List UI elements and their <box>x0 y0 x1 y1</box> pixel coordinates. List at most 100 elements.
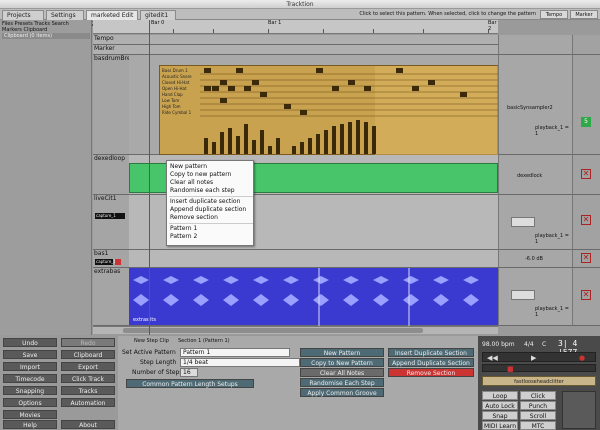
jog-wheel[interactable] <box>562 391 596 429</box>
automation-button[interactable]: Automation <box>61 398 115 407</box>
playhead-cursor[interactable] <box>149 20 150 335</box>
track-header-marker[interactable]: Marker <box>93 45 498 55</box>
input-clip-label[interactable]: capture_1 <box>95 213 125 219</box>
track-badge[interactable]: 5 <box>581 117 591 127</box>
play-icon[interactable]: ▶ <box>531 354 536 362</box>
menu-item-new-pattern[interactable]: New pattern <box>170 163 207 171</box>
track-lane-bas1[interactable] <box>129 250 498 268</box>
insert-dup-section-button[interactable]: Insert Duplicate Section <box>388 348 474 357</box>
track-header-bas1[interactable]: bas1 capture_1 <box>93 250 129 268</box>
active-pattern-select[interactable]: Pattern 1 <box>180 348 290 357</box>
disabled-x-icon[interactable]: ✕ <box>581 290 591 300</box>
export-button[interactable]: Export <box>61 362 115 371</box>
scroll-thumb[interactable] <box>123 328 423 333</box>
track-name: Tempo <box>94 35 114 42</box>
browser-selected-item[interactable]: Clipboard (0 items) <box>2 33 90 39</box>
step-clip[interactable]: Bass Drum 1 Acoustic Snare Closed Hi-Hat… <box>159 65 499 156</box>
track-header-live[interactable]: liveCit1 capture_1 <box>93 195 129 250</box>
time-signature[interactable]: 4/4 <box>524 341 534 348</box>
append-dup-section-button[interactable]: Append Duplicate Section <box>388 358 474 367</box>
auto-lock-button[interactable]: Auto Lock <box>482 401 518 410</box>
disabled-x-icon[interactable]: ✕ <box>581 253 591 263</box>
marker-button[interactable]: Marker <box>570 10 598 19</box>
redo-button[interactable]: Redo <box>61 338 115 347</box>
num-steps-field[interactable]: 16 <box>180 368 198 377</box>
menu-item-pattern-1[interactable]: Pattern 1 <box>170 225 197 233</box>
ruler-tick <box>173 29 174 33</box>
input-clip-label[interactable]: capture_1 <box>95 259 116 265</box>
common-setups-button[interactable]: Common Pattern Length Setups <box>126 379 254 388</box>
scroll-button[interactable]: Scroll <box>520 411 556 420</box>
menu-item-remove[interactable]: Remove section <box>170 214 218 222</box>
tab-gitedit[interactable]: gitedit1 <box>140 10 176 20</box>
step-length-select[interactable]: 1/4 beat <box>180 358 300 367</box>
tab-projects[interactable]: Projects <box>2 10 44 20</box>
tempo-button[interactable]: Tempo <box>540 10 568 19</box>
left-button-panel: Undo Redo Save Clipboard Import Export T… <box>0 336 118 430</box>
track-header-dexed[interactable]: dexedloop <box>93 155 129 195</box>
stop-icon[interactable]: ■ <box>507 365 514 373</box>
copy-new-pattern-button[interactable]: Copy to New Pattern <box>300 358 384 367</box>
save-button[interactable]: Save <box>3 350 57 359</box>
plugin-name[interactable]: dexedlock <box>517 173 542 179</box>
plugin-name[interactable]: basicSynsampler2 <box>507 105 553 111</box>
randomise-button[interactable]: Randomise Each Step <box>300 378 384 387</box>
remove-section-button[interactable]: Remove Section <box>388 368 474 377</box>
track-lane-drums[interactable]: Bass Drum 1 Acoustic Snare Closed Hi-Hat… <box>129 55 499 158</box>
tab-settings[interactable]: Settings <box>46 10 84 20</box>
menu-item-clear[interactable]: Clear all notes <box>170 179 213 187</box>
ruler-bar-label: Bar 2 <box>488 20 497 32</box>
menu-item-randomise[interactable]: Randomise each step <box>170 187 235 195</box>
menu-item-append-dup[interactable]: Append duplicate section <box>170 206 246 214</box>
loop-button[interactable]: Loop <box>482 391 518 400</box>
step-grid[interactable] <box>160 66 499 156</box>
about-button[interactable]: About <box>61 420 115 429</box>
rewind-icon[interactable]: ◀◀ <box>487 354 498 362</box>
clipboard-button[interactable]: Clipboard <box>61 350 115 359</box>
click-button[interactable]: Click <box>520 391 556 400</box>
track-header-tempo[interactable]: Tempo <box>93 35 498 45</box>
tab-edit[interactable]: marketed Edit 2 <box>86 10 138 28</box>
movies-button[interactable]: Movies <box>3 410 57 419</box>
snap-button[interactable]: Snap <box>482 411 518 420</box>
menu-item-copy-new[interactable]: Copy to new pattern <box>170 171 231 179</box>
track-header-drums[interactable]: basdrumBreak <box>93 55 138 155</box>
punch-button[interactable]: Punch <box>520 401 556 410</box>
track-name: dexedloop <box>94 155 126 162</box>
tracks-button[interactable]: Tracks <box>61 386 115 395</box>
new-pattern-button[interactable]: New Pattern <box>300 348 384 357</box>
playback-label: playback_1 = 1 <box>535 125 569 137</box>
record-arm-icon[interactable] <box>115 259 121 265</box>
track-controls-bas1: ✕ <box>572 250 600 268</box>
snapping-button[interactable]: Snapping <box>3 386 57 395</box>
menu-item-insert-dup[interactable]: Insert duplicate section <box>170 198 240 206</box>
track-header-extrabas[interactable]: extrabas <box>93 268 129 326</box>
undo-button[interactable]: Undo <box>3 338 57 347</box>
window-titlebar: Tracktion <box>0 0 600 9</box>
click-track-button[interactable]: Click Track <box>61 374 115 383</box>
timeline-ruler[interactable]: Bar 0 Bar 1 Bar 2 <box>93 20 498 34</box>
marker-display[interactable]: fastlooseheadclitter <box>482 376 596 386</box>
audio-waveform[interactable] <box>129 268 498 326</box>
clear-notes-button[interactable]: Clear All Notes <box>300 368 384 377</box>
mtc-button[interactable]: MTC <box>520 421 556 430</box>
import-button[interactable]: Import <box>3 362 57 371</box>
track-lane-extrabas[interactable]: extraslits <box>129 268 498 326</box>
common-groove-button[interactable]: Apply Common Groove <box>300 388 384 397</box>
tempo-readout[interactable]: 98.00 bpm <box>482 341 515 348</box>
track-panel-dexed: dexedlock <box>498 155 572 195</box>
disabled-x-icon[interactable]: ✕ <box>581 169 591 179</box>
plugin-slot[interactable] <box>511 290 535 300</box>
midi-learn-button[interactable]: MIDI Learn <box>482 421 518 430</box>
options-button[interactable]: Options <box>3 398 57 407</box>
plugin-slot[interactable] <box>511 217 535 227</box>
timecode-button[interactable]: Timecode <box>3 374 57 383</box>
disabled-x-icon[interactable]: ✕ <box>581 215 591 225</box>
track-name: liveCit1 <box>94 195 117 202</box>
menu-item-pattern-2[interactable]: Pattern 2 <box>170 233 197 241</box>
context-menu: New pattern Copy to new pattern Clear al… <box>166 160 254 246</box>
record-icon[interactable]: ● <box>579 354 585 362</box>
key-readout[interactable]: C <box>542 341 546 348</box>
horizontal-scrollbar[interactable] <box>93 326 498 334</box>
help-button[interactable]: Help <box>3 420 57 429</box>
